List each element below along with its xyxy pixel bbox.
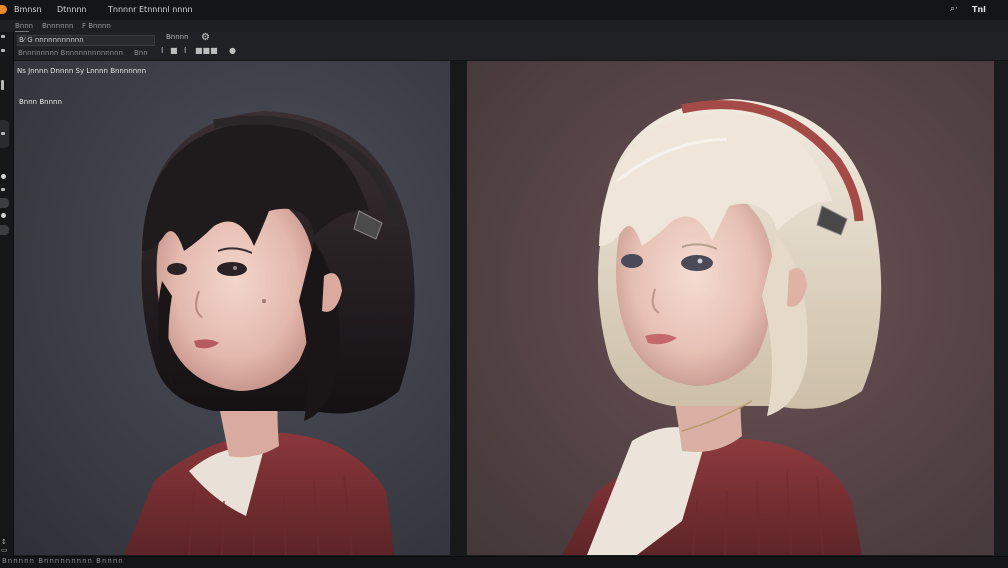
titlebar-right-label[interactable]: Tnl <box>972 5 986 14</box>
status-frame-icon[interactable]: ▭ <box>1 546 8 554</box>
preset-field-label: B⁄ G nnnnnnnnnnn <box>19 36 84 44</box>
mode-label: Bnnnn <box>166 33 189 41</box>
tool-move-icon[interactable] <box>1 35 5 38</box>
left-toolbar <box>0 32 14 567</box>
portrait-dark-hair <box>124 111 415 555</box>
option-toggle-5[interactable]: ● <box>229 46 236 55</box>
tool-crop-icon[interactable] <box>1 80 4 90</box>
status-arrow-icon[interactable]: ↕ <box>1 538 7 546</box>
gear-icon[interactable]: ⚙ <box>201 32 210 43</box>
right-panel-scrollbar[interactable] <box>995 61 1008 555</box>
tool-color-icon[interactable] <box>1 174 6 179</box>
tool-eraser-icon[interactable] <box>1 188 5 191</box>
search-icon[interactable]: ⌕· <box>950 4 958 14</box>
status-text: Bnnnnn Bnnnnnnnnn Bnnnn <box>2 557 124 565</box>
option-label[interactable]: Bnnnnnnnn Bnnnnnnnnnnnnn <box>18 49 123 57</box>
tool-fill-icon[interactable] <box>1 213 6 218</box>
canvas-info-line-2: Bnnn Bnnnn <box>19 98 62 106</box>
tool-zoom-pill[interactable] <box>0 225 9 235</box>
tool-select-icon[interactable] <box>1 49 5 52</box>
menu-item-3[interactable]: Tnnnnr Etnnnnl nnnn <box>108 5 193 14</box>
option-toggle-1[interactable]: I <box>161 46 163 55</box>
tab-3[interactable]: F Bnnnn <box>82 22 111 30</box>
option-toggle-2[interactable]: ■ <box>170 46 178 55</box>
tab-2[interactable]: Bnnnnnn <box>42 22 73 30</box>
canvas-left[interactable] <box>14 61 450 555</box>
tab-1[interactable]: Bnnn <box>15 22 33 30</box>
portrait-blonde-hair <box>562 99 882 555</box>
option-value[interactable]: Bnn <box>134 49 148 57</box>
menu-item-2[interactable]: Dtnnnn <box>57 5 87 14</box>
canvas-right[interactable] <box>467 61 994 555</box>
status-bar <box>0 556 1008 568</box>
canvas-divider[interactable] <box>451 61 466 555</box>
tool-brush-icon[interactable] <box>1 132 5 135</box>
canvas-info-line-1: Ns Jnnnn Dnnnn Sy Lnnnn Bnnnnnnn <box>17 67 147 75</box>
option-toggle-4[interactable]: ■■■ <box>195 46 218 55</box>
tool-layer-pill[interactable] <box>0 198 9 208</box>
menu-item-1[interactable]: Bmnsn <box>14 5 42 14</box>
option-toggle-3[interactable]: I <box>184 46 186 55</box>
